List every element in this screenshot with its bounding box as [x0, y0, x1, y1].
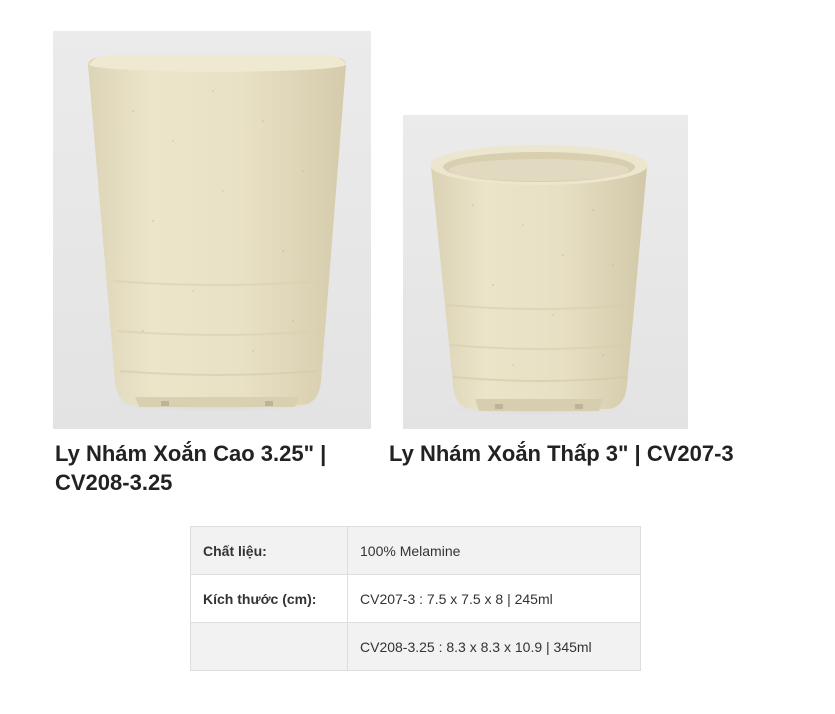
spec-row-dimensions: Kích thước (cm): CV207-3 : 7.5 x 7.5 x 8…: [190, 574, 641, 623]
tall-cup-illustration: [53, 31, 371, 429]
spec-label: [190, 622, 348, 671]
spec-row-dimensions-extra: CV208-3.25 : 8.3 x 8.3 x 10.9 | 345ml: [190, 622, 641, 671]
spec-value: CV207-3 : 7.5 x 7.5 x 8 | 245ml: [347, 574, 641, 623]
product-title-tall-cup: Ly Nhám Xoắn Cao 3.25" | CV208-3.25: [55, 441, 327, 495]
specifications-table: Chất liệu: 100% Melamine Kích thước (cm)…: [190, 526, 641, 671]
spec-row-material: Chất liệu: 100% Melamine: [190, 526, 641, 575]
spec-label: Kích thước (cm):: [190, 574, 348, 623]
spec-label: Chất liệu:: [190, 526, 348, 575]
spec-value: 100% Melamine: [347, 526, 641, 575]
spec-value: CV208-3.25 : 8.3 x 8.3 x 10.9 | 345ml: [347, 622, 641, 671]
product-image-tall-cup: [53, 31, 371, 429]
short-cup-illustration: [403, 115, 688, 429]
product-image-short-cup: [403, 115, 688, 429]
product-title-short-cup: Ly Nhám Xoắn Thấp 3" | CV207-3: [389, 441, 734, 466]
